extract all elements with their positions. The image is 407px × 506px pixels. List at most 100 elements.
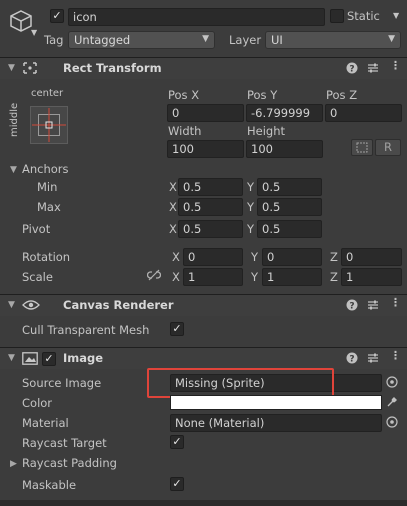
more-options-icon[interactable]: ⋮ bbox=[390, 349, 401, 362]
raw-edit-button[interactable]: R bbox=[375, 139, 401, 156]
tag-label: Tag bbox=[44, 33, 64, 47]
source-image-label: Source Image bbox=[22, 376, 102, 390]
max-x-axis-label: X bbox=[169, 200, 177, 214]
max-y-field[interactable]: 0.5 bbox=[257, 198, 322, 216]
static-label: Static bbox=[347, 9, 380, 23]
active-checkbox[interactable]: ✓ bbox=[50, 9, 64, 23]
max-y-axis-label: Y bbox=[247, 200, 255, 214]
object-name-field[interactable]: icon bbox=[68, 8, 325, 26]
image-title: Image bbox=[63, 351, 104, 365]
layer-dropdown[interactable]: UI ▼ bbox=[265, 31, 401, 49]
pivot-x-axis-label: X bbox=[169, 222, 177, 236]
raycast-padding-label: Raycast Padding bbox=[22, 456, 117, 470]
static-checkbox[interactable] bbox=[330, 9, 344, 23]
min-y-field[interactable]: 0.5 bbox=[257, 178, 322, 196]
pos-x-field[interactable]: 0 bbox=[167, 104, 244, 122]
pos-y-field[interactable]: -6.799999 bbox=[246, 104, 323, 122]
chevron-down-icon: ▼ bbox=[202, 34, 209, 44]
presets-icon[interactable] bbox=[367, 352, 379, 367]
anchor-horizontal-label: center bbox=[31, 88, 64, 99]
cull-transparent-mesh-checkbox[interactable]: ✓ bbox=[170, 322, 184, 336]
presets-icon[interactable] bbox=[367, 299, 379, 314]
rot-z-field[interactable]: 0 bbox=[341, 248, 402, 266]
pivot-y-axis-label: Y bbox=[247, 222, 255, 236]
pos-y-label: Pos Y bbox=[247, 88, 278, 102]
height-field[interactable]: 100 bbox=[246, 140, 323, 158]
rotation-label: Rotation bbox=[22, 250, 71, 264]
scale-y-field[interactable]: 1 bbox=[262, 268, 322, 286]
collapse-triangle-icon[interactable]: ▼ bbox=[8, 353, 15, 363]
canvas-renderer-header[interactable]: ▼ Canvas Renderer ? ⋮ bbox=[0, 294, 407, 316]
raycast-target-label: Raycast Target bbox=[22, 436, 107, 450]
material-label: Material bbox=[22, 416, 69, 430]
maskable-label: Maskable bbox=[22, 478, 77, 492]
min-x-field[interactable]: 0.5 bbox=[178, 178, 243, 196]
rect-transform-header[interactable]: ▼ Rect Transform ? ⋮ bbox=[0, 57, 407, 79]
eyedropper-icon[interactable] bbox=[386, 396, 398, 411]
pivot-x-field[interactable]: 0.5 bbox=[178, 220, 243, 238]
pos-z-label: Pos Z bbox=[326, 88, 358, 102]
rot-y-axis-label: Y bbox=[251, 250, 259, 264]
anchors-expand-triangle-icon[interactable]: ▼ bbox=[10, 165, 17, 175]
object-picker-icon[interactable] bbox=[386, 416, 398, 431]
bottom-divider bbox=[0, 500, 407, 506]
scale-label: Scale bbox=[22, 270, 53, 284]
scale-z-axis-label: Z bbox=[330, 270, 338, 284]
pivot-label: Pivot bbox=[22, 222, 51, 236]
rot-x-axis-label: X bbox=[172, 250, 180, 264]
canvas-renderer-title: Canvas Renderer bbox=[63, 298, 174, 312]
maskable-checkbox[interactable]: ✓ bbox=[170, 477, 184, 491]
scale-y-axis-label: Y bbox=[251, 270, 259, 284]
svg-text:?: ? bbox=[349, 65, 354, 75]
scale-z-field[interactable]: 1 bbox=[341, 268, 402, 286]
collapse-triangle-icon[interactable]: ▼ bbox=[8, 300, 15, 310]
image-component-icon bbox=[22, 352, 38, 368]
help-icon[interactable]: ? bbox=[346, 62, 358, 77]
tag-dropdown[interactable]: Untagged ▼ bbox=[68, 31, 215, 49]
layer-label: Layer bbox=[229, 33, 262, 47]
anchor-vertical-label: middle bbox=[9, 102, 20, 137]
svg-text:?: ? bbox=[349, 302, 354, 312]
cull-transparent-mesh-label: Cull Transparent Mesh bbox=[22, 323, 150, 337]
tag-value: Untagged bbox=[74, 33, 131, 47]
object-picker-icon[interactable] bbox=[386, 376, 398, 391]
presets-icon[interactable] bbox=[367, 62, 379, 77]
layer-value: UI bbox=[271, 33, 283, 47]
help-icon[interactable]: ? bbox=[346, 299, 358, 314]
max-x-field[interactable]: 0.5 bbox=[178, 198, 243, 216]
image-enabled-checkbox[interactable]: ✓ bbox=[42, 352, 56, 366]
help-icon[interactable]: ? bbox=[346, 352, 358, 367]
collapse-triangle-icon[interactable]: ▼ bbox=[8, 63, 15, 73]
icon-dropdown-arrow[interactable]: ▼ bbox=[31, 28, 37, 37]
anchor-presets-button[interactable] bbox=[30, 106, 68, 144]
raycast-target-checkbox[interactable]: ✓ bbox=[170, 435, 184, 449]
rot-y-field[interactable]: 0 bbox=[262, 248, 322, 266]
image-header[interactable]: ▼ ✓ Image ? ⋮ bbox=[0, 347, 407, 369]
pivot-y-field[interactable]: 0.5 bbox=[257, 220, 322, 238]
material-field[interactable]: None (Material) bbox=[170, 414, 382, 432]
pos-z-field[interactable]: 0 bbox=[325, 104, 402, 122]
height-label: Height bbox=[247, 124, 286, 138]
scale-x-field[interactable]: 1 bbox=[183, 268, 243, 286]
eye-icon bbox=[22, 299, 40, 314]
rot-z-axis-label: Z bbox=[330, 250, 338, 264]
svg-text:?: ? bbox=[349, 355, 354, 365]
more-options-icon[interactable]: ⋮ bbox=[390, 296, 401, 309]
blueprint-mode-button[interactable] bbox=[351, 139, 373, 156]
chevron-down-icon: ▼ bbox=[388, 34, 395, 44]
color-swatch[interactable] bbox=[170, 395, 382, 410]
anchors-label: Anchors bbox=[22, 162, 69, 176]
more-options-icon[interactable]: ⋮ bbox=[390, 59, 401, 72]
min-x-axis-label: X bbox=[169, 180, 177, 194]
raycast-padding-expand-triangle-icon[interactable]: ▶ bbox=[10, 459, 17, 469]
max-label: Max bbox=[37, 200, 61, 214]
color-label: Color bbox=[22, 396, 53, 410]
width-field[interactable]: 100 bbox=[167, 140, 244, 158]
highlight-box bbox=[147, 368, 334, 398]
min-y-axis-label: Y bbox=[247, 180, 255, 194]
pos-x-label: Pos X bbox=[168, 88, 200, 102]
width-label: Width bbox=[168, 124, 202, 138]
constrain-proportions-link-icon[interactable] bbox=[146, 269, 162, 284]
rot-x-field[interactable]: 0 bbox=[183, 248, 243, 266]
static-dropdown-arrow[interactable]: ▼ bbox=[393, 11, 399, 20]
